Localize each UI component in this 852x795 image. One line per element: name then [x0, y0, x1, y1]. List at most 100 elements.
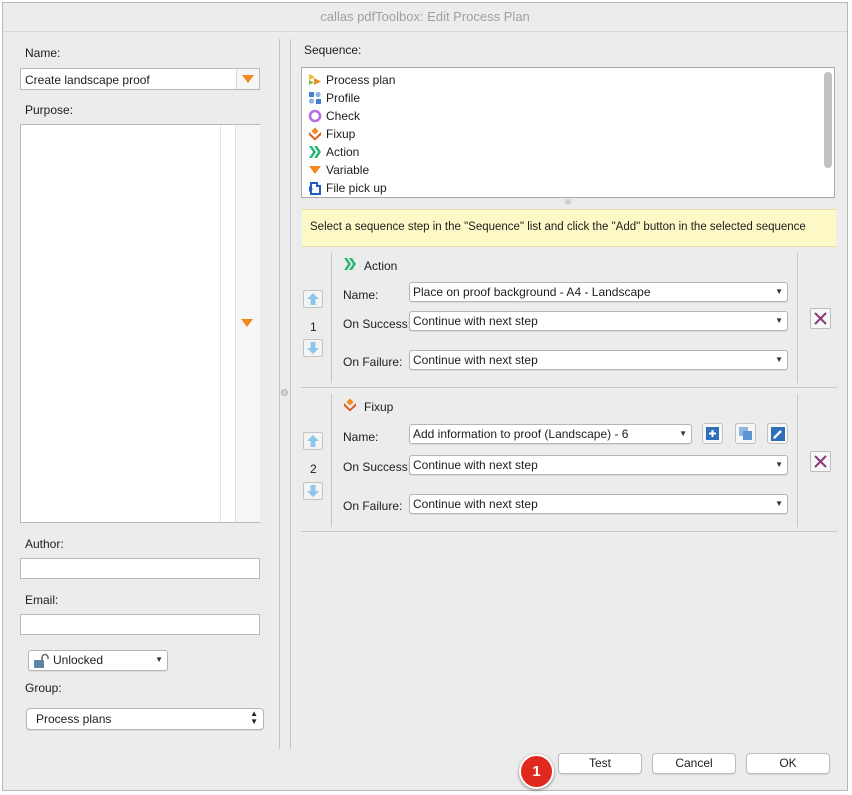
edit-fixup-button[interactable]: [767, 423, 788, 444]
arrow-down-icon: [307, 485, 319, 497]
step-action: 1 Action Name: Place on proof background…: [301, 253, 837, 388]
step-name-label: Name:: [343, 288, 379, 302]
chevron-down-icon: ▼: [775, 287, 783, 296]
updown-chevron-icon: ▲ ▼: [250, 709, 258, 726]
arrow-down-icon: [307, 342, 319, 354]
on-failure-label: On Failure:: [343, 499, 403, 513]
on-success-label: On Success:: [343, 317, 412, 331]
step-name-value: Place on proof background - A4 - Landsca…: [413, 285, 651, 299]
add-fixup-button[interactable]: [702, 423, 723, 444]
duplicate-icon: [739, 427, 752, 440]
file-pick-up-icon: [309, 182, 321, 195]
author-field[interactable]: [20, 558, 260, 579]
name-combo[interactable]: Create landscape proof: [20, 68, 260, 90]
ok-button[interactable]: OK: [746, 753, 830, 774]
sequence-item-label: Action: [326, 145, 360, 159]
sequence-item-label: Profile: [326, 91, 361, 105]
step-name-popup[interactable]: Place on proof background - A4 - Landsca…: [409, 282, 788, 302]
duplicate-fixup-button[interactable]: [735, 423, 756, 444]
on-success-popup[interactable]: Continue with next step ▼: [409, 311, 788, 331]
name-dropdown-button[interactable]: [236, 69, 259, 89]
step-divider: [331, 394, 332, 527]
fixup-icon: [309, 127, 321, 141]
unlocked-padlock-icon: [34, 653, 49, 668]
sequence-list: Process plan Profile Check Fixup Action: [301, 67, 835, 198]
step-type-label: Fixup: [364, 400, 394, 414]
on-success-popup[interactable]: Continue with next step ▼: [409, 455, 788, 475]
move-up-button[interactable]: [303, 290, 323, 308]
group-popup[interactable]: Process plans ▲ ▼: [26, 708, 264, 730]
test-button[interactable]: Test: [558, 753, 642, 774]
sequence-item-label: File pick up: [326, 181, 387, 195]
on-failure-popup[interactable]: Continue with next step ▼: [409, 350, 788, 370]
step-divider: [797, 253, 798, 383]
move-down-button[interactable]: [303, 482, 323, 500]
purpose-dropdown-button[interactable]: [235, 125, 260, 522]
splitter-line-right: [290, 39, 291, 749]
step-separator: [301, 531, 837, 532]
step-name-popup[interactable]: Add information to proof (Landscape) - 6…: [409, 424, 692, 444]
profile-icon: [308, 91, 321, 104]
step-separator: [301, 387, 837, 388]
group-value: Process plans: [36, 712, 112, 726]
step-callout-badge: 1: [519, 754, 554, 789]
orange-triangle-icon: [242, 75, 254, 83]
on-success-value: Continue with next step: [413, 458, 538, 472]
move-down-button[interactable]: [303, 339, 323, 357]
name-value[interactable]: Create landscape proof: [25, 73, 150, 87]
email-label: Email:: [25, 593, 59, 607]
on-failure-value: Continue with next step: [413, 497, 538, 511]
sequence-scrollbar[interactable]: [824, 72, 832, 168]
sequence-label: Sequence:: [304, 43, 362, 57]
check-icon: [308, 109, 322, 123]
on-failure-label: On Failure:: [343, 355, 403, 369]
sequence-item-label: Fixup: [326, 127, 356, 141]
purpose-textarea[interactable]: [20, 124, 260, 523]
lock-popup[interactable]: Unlocked ▼: [28, 650, 168, 671]
step-fixup: 2 Fixup Name: Add information to proof (…: [301, 394, 837, 534]
action-icon: [309, 146, 321, 158]
arrow-up-icon: [307, 435, 319, 447]
action-icon: [344, 258, 356, 270]
author-label: Author:: [25, 537, 64, 551]
hint-banner: Select a sequence step in the "Sequence"…: [302, 209, 836, 247]
on-success-label: On Success:: [343, 460, 412, 474]
lock-value: Unlocked: [53, 653, 104, 667]
email-field[interactable]: [20, 614, 260, 635]
cancel-button[interactable]: Cancel: [652, 753, 736, 774]
delete-step-button[interactable]: [810, 308, 831, 329]
move-up-button[interactable]: [303, 432, 323, 450]
sequence-item-label: Process plan: [326, 73, 396, 87]
pencil-icon: [771, 427, 785, 441]
sequence-item-label: Check: [326, 109, 361, 123]
on-success-value: Continue with next step: [413, 314, 538, 328]
name-label: Name:: [25, 46, 61, 60]
delete-step-button[interactable]: [810, 451, 831, 472]
group-label: Group:: [25, 681, 62, 695]
step-type-label: Action: [364, 259, 398, 273]
purpose-scroll-divider: [220, 125, 221, 522]
on-failure-value: Continue with next step: [413, 353, 538, 367]
orange-triangle-icon: [241, 319, 253, 327]
chevron-down-icon: ▼: [775, 499, 783, 508]
chevron-down-icon: ▼: [775, 316, 783, 325]
fixup-icon: [344, 398, 356, 412]
window-title: callas pdfToolbox: Edit Process Plan: [3, 3, 847, 32]
chevron-down-icon: ▼: [775, 355, 783, 364]
resize-handle[interactable]: [565, 199, 571, 205]
hint-text: Select a sequence step in the "Sequence"…: [310, 221, 806, 233]
variable-icon: [309, 166, 321, 174]
step-name-value: Add information to proof (Landscape) - 6: [413, 427, 629, 441]
plus-icon: [706, 427, 719, 440]
chevron-down-icon: ▼: [775, 460, 783, 469]
sequence-item-label: Variable: [326, 163, 370, 177]
edit-process-plan-window: callas pdfToolbox: Edit Process Plan Nam…: [2, 2, 848, 791]
close-x-icon: [814, 455, 827, 468]
process-plan-icon: [309, 74, 321, 85]
step-name-label: Name:: [343, 430, 379, 444]
splitter-handle[interactable]: [281, 389, 288, 396]
step-divider: [331, 253, 332, 383]
on-failure-popup[interactable]: Continue with next step ▼: [409, 494, 788, 514]
arrow-up-icon: [307, 293, 319, 305]
close-x-icon: [814, 312, 827, 325]
